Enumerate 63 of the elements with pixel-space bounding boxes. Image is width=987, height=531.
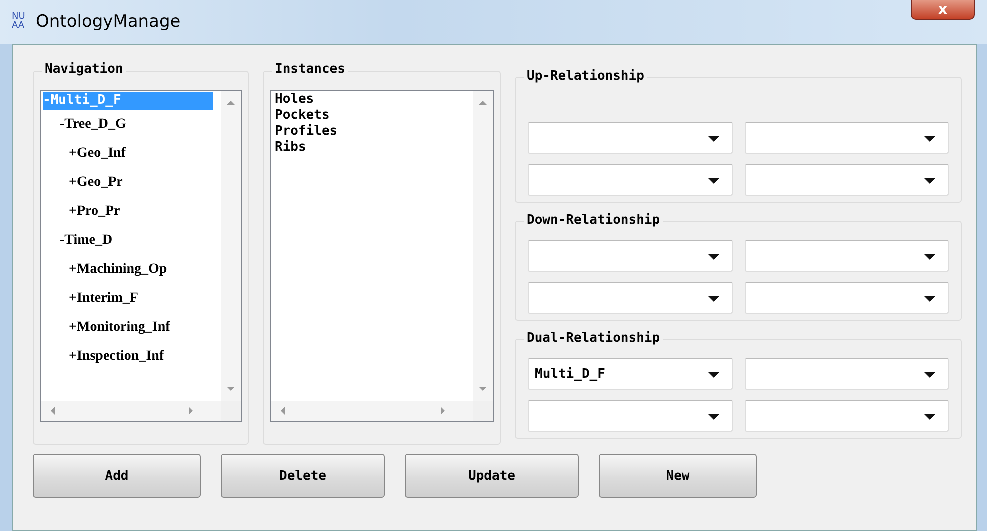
caret-icon bbox=[924, 178, 936, 184]
dropdown[interactable] bbox=[528, 164, 732, 196]
group-title: Down-Relationship bbox=[524, 213, 664, 228]
tree-item[interactable]: +Geo_Pr bbox=[43, 168, 123, 197]
list-item[interactable]: Pockets bbox=[275, 108, 330, 124]
group-title: Dual-Relationship bbox=[524, 331, 664, 346]
scrollbar-corner bbox=[473, 401, 493, 421]
horizontal-scrollbar[interactable] bbox=[271, 401, 473, 421]
scroll-left-arrow[interactable] bbox=[281, 407, 285, 415]
tree-item[interactable]: +Inspection_Inf bbox=[43, 342, 164, 371]
dropdown[interactable] bbox=[744, 282, 949, 314]
scroll-right-arrow[interactable] bbox=[441, 407, 445, 415]
caret-icon bbox=[924, 136, 936, 142]
caret-icon bbox=[924, 296, 936, 302]
action-button[interactable]: Update bbox=[405, 454, 579, 498]
tree-item[interactable]: +Pro_Pr bbox=[43, 197, 120, 226]
tree-item[interactable]: -Time_D bbox=[43, 226, 113, 255]
dropdown[interactable] bbox=[744, 400, 949, 432]
app-logo: NU AA bbox=[12, 13, 26, 31]
dropdown[interactable] bbox=[528, 400, 732, 432]
scroll-down-arrow[interactable] bbox=[479, 387, 487, 391]
tree-item[interactable]: +Interim_F bbox=[43, 284, 138, 313]
action-button[interactable]: New bbox=[599, 454, 757, 498]
caret-icon bbox=[708, 372, 720, 378]
tree-item[interactable]: +Monitoring_Inf bbox=[43, 313, 170, 342]
scroll-left-arrow[interactable] bbox=[51, 407, 55, 415]
vertical-scrollbar[interactable] bbox=[473, 91, 493, 401]
dropdown-value: Multi_D_F bbox=[535, 366, 606, 382]
scroll-down-arrow[interactable] bbox=[227, 387, 235, 391]
close-button[interactable]: x bbox=[911, 0, 975, 20]
group-title: Navigation bbox=[42, 62, 126, 77]
dropdown[interactable] bbox=[744, 164, 949, 196]
caret-icon bbox=[708, 296, 720, 302]
scrollbar-corner bbox=[221, 401, 241, 421]
caret-icon bbox=[924, 414, 936, 420]
dropdown[interactable] bbox=[744, 122, 949, 154]
group-title: Up-Relationship bbox=[524, 69, 648, 84]
caret-icon bbox=[708, 254, 720, 260]
horizontal-scrollbar[interactable] bbox=[41, 401, 221, 421]
caret-icon bbox=[708, 414, 720, 420]
tree-item[interactable]: -Tree_D_G bbox=[43, 110, 126, 139]
dropdown[interactable]: Multi_D_F bbox=[528, 358, 732, 390]
caret-icon bbox=[924, 372, 936, 378]
action-button[interactable]: Delete bbox=[221, 454, 385, 498]
caret-icon bbox=[924, 254, 936, 260]
list-item[interactable]: Ribs bbox=[275, 140, 306, 156]
caret-icon bbox=[708, 178, 720, 184]
scroll-right-arrow[interactable] bbox=[189, 407, 193, 415]
dropdown[interactable] bbox=[528, 240, 732, 272]
tree-item[interactable]: +Geo_Inf bbox=[43, 139, 126, 168]
dropdown[interactable] bbox=[744, 240, 949, 272]
tree-item[interactable]: +Machining_Op bbox=[43, 255, 168, 284]
list-item[interactable]: Profiles bbox=[275, 124, 338, 140]
list-item[interactable]: Holes bbox=[275, 92, 314, 108]
caret-icon bbox=[708, 136, 720, 142]
dropdown[interactable] bbox=[528, 122, 732, 154]
scroll-up-arrow[interactable] bbox=[227, 101, 235, 105]
dropdown[interactable] bbox=[528, 282, 732, 314]
dropdown[interactable] bbox=[744, 358, 949, 390]
window-title: OntologyManage bbox=[36, 12, 181, 32]
scroll-up-arrow[interactable] bbox=[479, 101, 487, 105]
vertical-scrollbar[interactable] bbox=[221, 91, 241, 401]
action-button[interactable]: Add bbox=[33, 454, 201, 498]
